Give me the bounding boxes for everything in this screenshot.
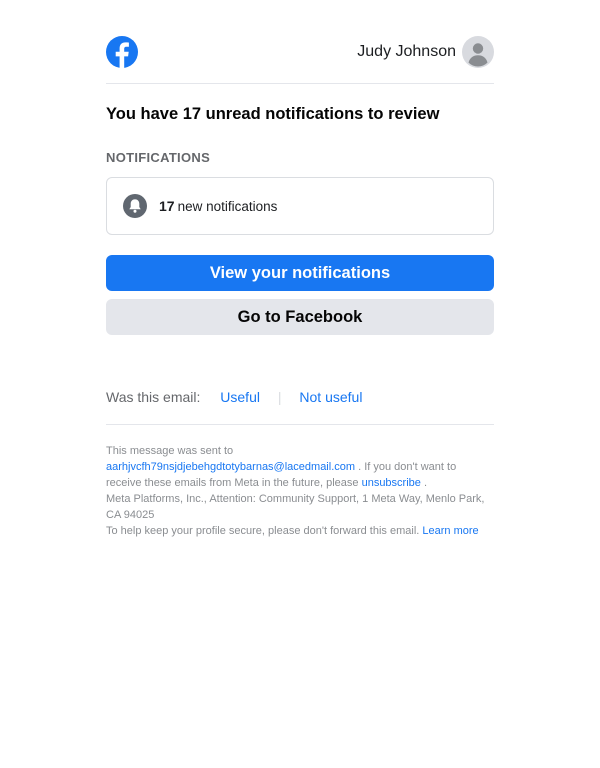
section-label: NOTIFICATIONS bbox=[106, 150, 211, 165]
feedback-question: Was this email: bbox=[106, 389, 201, 405]
email-header: Judy Johnson bbox=[106, 36, 494, 68]
footer-address: Meta Platforms, Inc., Attention: Communi… bbox=[106, 493, 485, 521]
email-headline: You have 17 unread notifications to revi… bbox=[106, 105, 440, 123]
footer-divider bbox=[106, 424, 494, 425]
secure-text: To help keep your profile secure, please… bbox=[106, 525, 420, 537]
bell-icon bbox=[123, 194, 147, 218]
notification-text: 17 new notifications bbox=[159, 198, 277, 214]
feedback-separator: | bbox=[277, 389, 282, 405]
recipient-email-link[interactable]: aarhjvcfh79nsjdjebehgdtotybarnas@lacedma… bbox=[106, 461, 355, 473]
feedback-row: Was this email: Useful | Not useful bbox=[106, 389, 362, 405]
useful-link[interactable]: Useful bbox=[220, 389, 260, 405]
unsubscribe-link[interactable]: unsubscribe bbox=[362, 477, 421, 489]
notification-count: 17 bbox=[159, 198, 175, 214]
user-name: Judy Johnson bbox=[357, 43, 456, 60]
unsubscribe-post-text: . bbox=[423, 477, 428, 489]
sent-to-text: This message was sent to bbox=[106, 445, 234, 457]
go-to-facebook-button[interactable]: Go to Facebook bbox=[106, 299, 494, 335]
avatar-icon bbox=[462, 36, 494, 68]
learn-more-link[interactable]: Learn more bbox=[422, 525, 478, 537]
notification-card[interactable]: 17 new notifications bbox=[106, 177, 494, 235]
notification-label: new notifications bbox=[177, 199, 278, 214]
not-useful-link[interactable]: Not useful bbox=[299, 389, 362, 405]
footer-sent-paragraph: This message was sent to aarhjvcfh79nsjd… bbox=[106, 443, 494, 491]
footer-secure-paragraph: To help keep your profile secure, please… bbox=[106, 523, 494, 539]
email-footer: This message was sent to aarhjvcfh79nsjd… bbox=[106, 443, 494, 539]
view-notifications-button[interactable]: View your notifications bbox=[106, 255, 494, 291]
header-divider bbox=[106, 83, 494, 84]
facebook-logo-icon[interactable] bbox=[106, 36, 138, 68]
